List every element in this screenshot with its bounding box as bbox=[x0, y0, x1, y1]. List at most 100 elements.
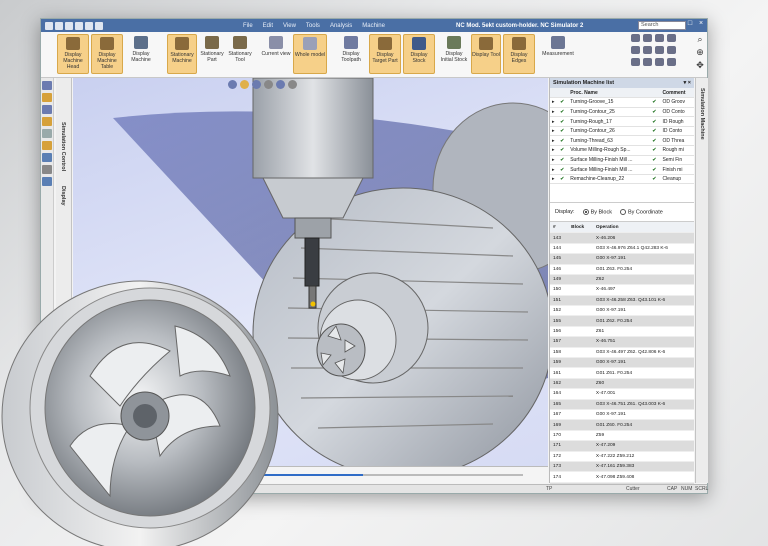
menu-tools[interactable]: Tools bbox=[306, 23, 320, 29]
radio-by-coordinate[interactable]: By Coordinate bbox=[619, 209, 663, 216]
block-row[interactable]: 149 Z62 bbox=[550, 274, 694, 286]
block-row[interactable]: 143 X-46.206 bbox=[550, 232, 694, 244]
machining-row[interactable]: ▸ ✔ Turning-Rough_17 ✔ ID Rough bbox=[550, 116, 694, 127]
machining-row[interactable]: ▸ ✔ Turning-Contour_26 ✔ ID Conto bbox=[550, 126, 694, 137]
row-checkbox[interactable]: ✔ bbox=[558, 145, 569, 156]
collision-icon[interactable] bbox=[42, 141, 52, 150]
row-checkbox[interactable]: ✔ bbox=[558, 135, 569, 147]
menu-view[interactable]: View bbox=[283, 23, 296, 29]
ribbon-button[interactable]: Whole model bbox=[293, 34, 327, 74]
ribbon-button[interactable]: Display Stock bbox=[403, 34, 435, 74]
ribbon-button[interactable]: Display Tool bbox=[471, 34, 501, 74]
view-shade-icon[interactable] bbox=[631, 58, 640, 66]
redo-icon[interactable] bbox=[85, 21, 93, 30]
tab-simulation-control[interactable]: Simulation Control bbox=[60, 122, 66, 171]
ribbon-button[interactable]: Display Initial Stock bbox=[439, 34, 469, 74]
tab-simulation-machine[interactable]: Simulation Machine bbox=[699, 88, 705, 140]
close-icon[interactable]: × bbox=[697, 20, 705, 28]
rotate-icon[interactable] bbox=[264, 80, 273, 89]
fit-view-icon[interactable] bbox=[276, 80, 285, 89]
machining-row[interactable]: ▸ ✔ Remachine-Cleanup_22 ✔ Cleanup bbox=[550, 174, 694, 185]
ribbon-button[interactable]: Current view bbox=[261, 34, 291, 74]
machining-row[interactable]: ▸ ✔ Surface Milling-Finish Mill ... ✔ Semi F… bbox=[550, 155, 694, 166]
block-row[interactable]: 157 X-46.751 bbox=[550, 336, 694, 348]
settings-icon[interactable] bbox=[42, 165, 52, 174]
new-icon[interactable] bbox=[45, 21, 53, 30]
block-row[interactable]: 156 Z61 bbox=[550, 326, 694, 338]
view-left-icon[interactable] bbox=[631, 46, 640, 54]
view-bottom-icon[interactable] bbox=[655, 46, 664, 54]
col-operation[interactable]: Operation bbox=[592, 222, 694, 234]
block-row[interactable]: 169 G01 Z60. F0.254 bbox=[550, 419, 694, 431]
block-row[interactable]: 155 G01 Z62. F0.254 bbox=[550, 315, 694, 327]
simulation-viewport[interactable] bbox=[73, 78, 548, 466]
machining-row[interactable]: ▸ ✔ Turning-Contour_25 ✔ OD Conto bbox=[550, 107, 694, 118]
block-row[interactable]: 161 G01 Z61. F0.254 bbox=[550, 367, 694, 379]
block-row[interactable]: 158 G03 X-46.497 Z62. Q42.806 K-6 bbox=[550, 347, 694, 359]
row-enabled[interactable]: ✔ bbox=[650, 126, 661, 137]
block-row[interactable]: 165 G03 X-46.751 Z61. Q43.003 K-6 bbox=[550, 399, 694, 410]
play-icon[interactable] bbox=[42, 93, 52, 102]
row-checkbox[interactable]: ✔ bbox=[558, 155, 569, 166]
block-row[interactable]: 171 X-47.209 bbox=[550, 440, 694, 452]
block-row[interactable]: 144 G03 X-46.976 Z64.1 Q42.283 K-6 bbox=[550, 243, 694, 255]
view-wire-icon[interactable] bbox=[643, 58, 652, 66]
print-icon[interactable] bbox=[95, 21, 103, 30]
block-row[interactable]: 174 X-47.098 Z59.408 bbox=[550, 471, 694, 483]
row-checkbox[interactable]: ✔ bbox=[558, 174, 569, 185]
pin-icon[interactable]: ▾ × bbox=[683, 80, 691, 86]
row-enabled[interactable]: ✔ bbox=[650, 107, 661, 118]
row-enabled[interactable]: ✔ bbox=[650, 97, 661, 108]
pan-icon[interactable]: ✥ bbox=[696, 60, 704, 70]
row-enabled[interactable]: ✔ bbox=[650, 116, 661, 127]
block-row[interactable]: 146 G01 Z63. F0.254 bbox=[550, 264, 694, 275]
step-icon[interactable] bbox=[42, 105, 52, 114]
block-row[interactable]: 162 Z60 bbox=[550, 378, 694, 390]
block-row[interactable]: 172 X-47.222 Z59.212 bbox=[550, 451, 694, 462]
view-top-icon[interactable] bbox=[643, 34, 652, 42]
minimize-icon[interactable]: – bbox=[675, 20, 683, 28]
ribbon-button[interactable]: Stationary Tool bbox=[227, 34, 253, 74]
block-row[interactable]: 152 G00 X-97.191 bbox=[550, 305, 694, 317]
radio-by-block[interactable]: By Block bbox=[582, 209, 612, 216]
block-row[interactable]: 164 X-47.001 bbox=[550, 388, 694, 400]
stop-icon[interactable] bbox=[42, 117, 52, 126]
row-checkbox[interactable]: ✔ bbox=[558, 107, 569, 118]
row-enabled[interactable]: ✔ bbox=[650, 174, 661, 185]
row-checkbox[interactable]: ✔ bbox=[558, 126, 569, 137]
col-block[interactable]: Block bbox=[568, 222, 593, 234]
block-row[interactable]: 150 X-46.497 bbox=[550, 284, 694, 296]
ribbon-button[interactable]: Display Machine Table bbox=[91, 34, 123, 74]
view-iso-icon[interactable] bbox=[631, 34, 640, 42]
machining-row[interactable]: ▸ ✔ Surface Milling-Finish Mill ... ✔ Finish… bbox=[550, 164, 694, 175]
machining-row[interactable]: ▸ ✔ Turning-Groove_15 ✔ OD Groov bbox=[550, 97, 694, 108]
row-enabled[interactable]: ✔ bbox=[650, 135, 661, 147]
zoom-window-icon[interactable] bbox=[252, 80, 261, 89]
simulation-timeline[interactable] bbox=[73, 466, 548, 483]
view-front-icon[interactable] bbox=[655, 34, 664, 42]
machining-row[interactable]: ▸ ✔ Volume Milling-Rough Sp... ✔ Rough mi bbox=[550, 145, 694, 156]
view-right-icon[interactable] bbox=[667, 34, 676, 42]
ribbon-button[interactable]: Display Target Part bbox=[369, 34, 401, 74]
light-icon[interactable] bbox=[240, 80, 249, 89]
zoom-icon[interactable]: ⊕ bbox=[696, 47, 704, 57]
ribbon-button[interactable]: Display Edges bbox=[503, 34, 535, 74]
pointer-icon[interactable] bbox=[42, 81, 52, 90]
block-row[interactable]: 159 G00 X-97.191 bbox=[550, 357, 694, 369]
block-row[interactable]: 151 G03 X-46.258 Z63. Q43.101 K-6 bbox=[550, 295, 694, 307]
search-icon[interactable]: ⌕ bbox=[697, 34, 702, 44]
view-fit-icon[interactable] bbox=[667, 46, 676, 54]
rewind-icon[interactable] bbox=[42, 129, 52, 138]
undo-icon[interactable] bbox=[75, 21, 83, 30]
menu-file[interactable]: File bbox=[243, 23, 253, 29]
maximize-icon[interactable]: □ bbox=[686, 20, 694, 28]
menu-analysis[interactable]: Analysis bbox=[330, 23, 352, 29]
view-section-icon[interactable] bbox=[655, 58, 664, 66]
col-comment[interactable]: Comment bbox=[660, 88, 694, 99]
open-icon[interactable] bbox=[55, 21, 63, 30]
col-proc-name[interactable]: Proc. Name bbox=[568, 88, 651, 99]
row-enabled[interactable]: ✔ bbox=[650, 164, 661, 175]
block-row[interactable]: 170 Z59 bbox=[550, 430, 694, 442]
save-icon[interactable] bbox=[65, 21, 73, 30]
row-checkbox[interactable]: ✔ bbox=[558, 116, 569, 127]
